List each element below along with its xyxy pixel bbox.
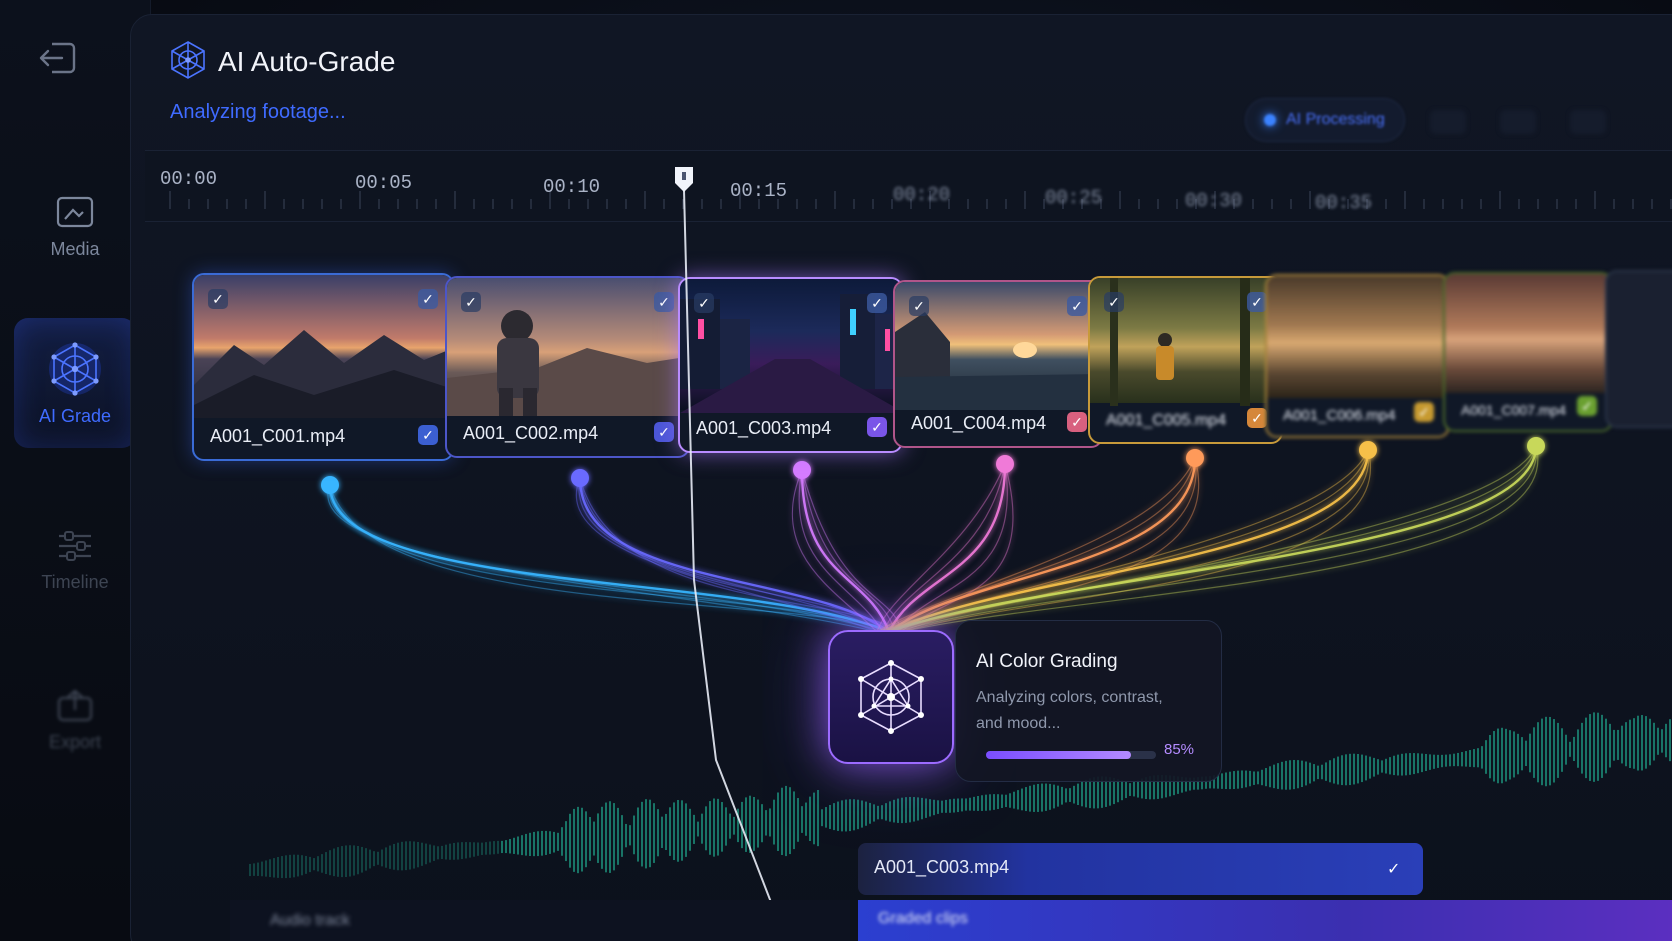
sidebar-item-label: Media xyxy=(50,238,100,259)
ai-network-icon xyxy=(858,660,924,734)
checkbox[interactable]: ✓ xyxy=(418,289,438,309)
sidebar: Media AI Grade Timeline Export xyxy=(0,0,151,941)
checkbox[interactable]: ✓ xyxy=(461,292,481,312)
clip-thumbnail xyxy=(447,278,688,416)
ai-network-icon xyxy=(49,341,101,396)
checkbox[interactable]: ✓ xyxy=(1247,292,1267,312)
ai-card-description: Analyzing colors, contrast, and mood... xyxy=(976,689,1163,732)
sidebar-item-label: AI Grade xyxy=(38,405,112,426)
ruler-tick-label: 00:35 xyxy=(1315,192,1373,214)
processing-badge: AI Processing xyxy=(1245,98,1405,142)
clip-thumbnail xyxy=(1445,274,1611,393)
ruler-tick-label: 00:00 xyxy=(160,168,218,190)
ruler-tick-label: 00:05 xyxy=(355,172,413,194)
clip-name: A001_C004.mp4 xyxy=(911,413,1047,433)
timeline-clip[interactable]: A001_C003.mp4 ✓ xyxy=(858,843,1423,895)
progress-label: 85% xyxy=(1164,741,1195,758)
checkbox[interactable]: ✓ xyxy=(654,292,674,312)
sidebar-item-timeline[interactable]: Timeline xyxy=(14,505,136,615)
check-icon: ✓ xyxy=(654,422,674,442)
ruler-tick-label: 00:15 xyxy=(730,180,788,202)
clip-name: A001_C006.mp4 xyxy=(1283,407,1396,424)
clip-thumbnail xyxy=(1267,276,1448,398)
export-icon xyxy=(57,689,93,721)
track-label: Graded clips xyxy=(878,910,968,927)
media-icon xyxy=(56,196,94,227)
clip-card[interactable]: ✓ ✓ A001_C002.mp4 ✓ xyxy=(445,276,690,458)
clip-name: A001_C003.mp4 xyxy=(696,418,832,438)
clip-name: A001_C002.mp4 xyxy=(463,423,599,443)
sidebar-item-media[interactable]: Media xyxy=(14,172,136,282)
track-label: Audio track xyxy=(270,912,351,929)
clip-card[interactable]: ✓ ✓ A001_C001.mp4 ✓ xyxy=(192,273,454,461)
toolbar-button[interactable] xyxy=(1570,110,1606,134)
timeline-clip-name: A001_C003.mp4 xyxy=(874,857,1010,877)
status-text: Analyzing footage... xyxy=(170,101,346,123)
clip-card-selected[interactable]: ✓ ✓ A001_C003.mp4 ✓ xyxy=(678,277,903,453)
clip-card[interactable]: ✓ ✓ A001_C004.mp4 ✓ xyxy=(893,280,1103,448)
checkbox[interactable]: ✓ xyxy=(1104,292,1124,312)
clip-thumbnail xyxy=(194,275,452,418)
clip-card[interactable] xyxy=(1605,270,1672,428)
ruler-tick-label: 00:25 xyxy=(1045,187,1103,209)
page-title: AI Auto-Grade xyxy=(218,46,396,77)
check-icon: ✓ xyxy=(1577,396,1597,416)
check-icon: ✓ xyxy=(1414,402,1434,422)
check-icon: ✓ xyxy=(418,425,438,445)
sidebar-item-ai-grade[interactable]: AI Grade xyxy=(14,318,136,448)
clip-card[interactable]: A001_C006.mp4 ✓ xyxy=(1265,274,1450,438)
exit-icon xyxy=(39,42,76,74)
back-button[interactable] xyxy=(36,38,80,78)
toolbar-button[interactable] xyxy=(1430,110,1466,134)
checkbox[interactable]: ✓ xyxy=(867,293,887,313)
check-icon: ✓ xyxy=(1387,861,1401,878)
checkbox[interactable]: ✓ xyxy=(208,289,228,309)
check-icon: ✓ xyxy=(867,417,887,437)
playhead-handle-icon[interactable] xyxy=(673,165,695,193)
status-dot-icon xyxy=(1264,114,1276,126)
clip-name: A001_C001.mp4 xyxy=(210,426,346,446)
ai-card-title: AI Color Grading xyxy=(976,651,1118,672)
ruler-tick-label: 00:30 xyxy=(1185,190,1243,212)
ai-status-card: AI Color Grading Analyzing colors, contr… xyxy=(955,620,1222,782)
sidebar-item-label: Timeline xyxy=(41,571,109,592)
sidebar-item-export[interactable]: Export xyxy=(14,665,136,775)
timeline-icon xyxy=(59,530,91,561)
ruler-tick-label: 00:10 xyxy=(543,176,601,198)
sidebar-item-label: Export xyxy=(48,731,102,752)
checkbox[interactable]: ✓ xyxy=(909,296,929,316)
clip-name: A001_C005.mp4 xyxy=(1106,412,1227,429)
processing-label: AI Processing xyxy=(1286,111,1385,128)
check-icon: ✓ xyxy=(1067,412,1087,432)
app-window: Media AI Grade Timeline Export AI Auto-G… xyxy=(0,0,1672,941)
clip-name: A001_C007.mp4 xyxy=(1461,402,1567,418)
progress-bar xyxy=(986,751,1156,759)
toolbar-button[interactable] xyxy=(1500,110,1536,134)
clip-card[interactable]: ✓ ✓ A001_C005.mp4 ✓ xyxy=(1088,276,1283,444)
audio-track[interactable]: Audio track xyxy=(230,900,850,941)
progress-fill xyxy=(986,751,1131,759)
ai-network-icon xyxy=(171,41,205,79)
check-icon: ✓ xyxy=(1247,408,1267,428)
ruler-tick-label: 00:20 xyxy=(893,184,951,206)
mountain-scene xyxy=(194,330,452,418)
clip-card[interactable]: A001_C007.mp4 ✓ xyxy=(1443,272,1613,432)
checkbox[interactable]: ✓ xyxy=(694,293,714,313)
graded-track[interactable]: Graded clips xyxy=(858,900,1672,941)
checkbox[interactable]: ✓ xyxy=(1067,296,1087,316)
ai-processor-node xyxy=(828,630,954,764)
